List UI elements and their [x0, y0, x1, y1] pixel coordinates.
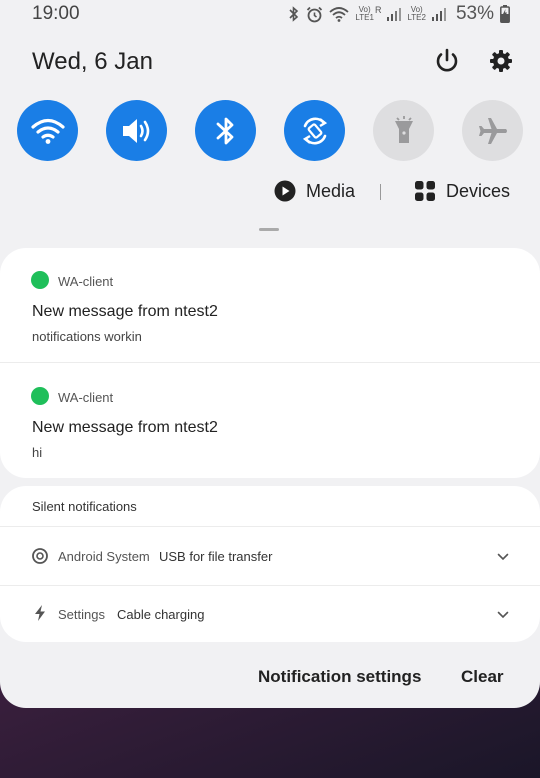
settings-button[interactable] — [486, 46, 516, 76]
airplane-icon — [478, 117, 507, 144]
airplane-mode-toggle[interactable] — [462, 100, 523, 161]
wifi-icon — [30, 118, 65, 144]
silent-notifications-group: Silent notifications Android System USB … — [0, 486, 540, 642]
auto-rotate-icon — [302, 116, 327, 145]
devices-button[interactable]: Devices — [414, 180, 510, 202]
signal-icon — [387, 8, 402, 21]
notification-app-name: WA-client — [58, 390, 114, 405]
quick-toggles — [17, 100, 527, 162]
flashlight-toggle[interactable] — [373, 100, 434, 161]
wifi-toggle[interactable] — [17, 100, 78, 161]
silent-notifications-header: Silent notifications — [32, 499, 137, 514]
flashlight-icon — [394, 115, 413, 143]
date-label: Wed, 6 Jan — [32, 48, 153, 75]
notification-title: New message from ntest2 — [32, 303, 218, 320]
roaming-label: R — [374, 5, 382, 15]
alarm-icon — [307, 6, 323, 22]
app-icon — [31, 387, 49, 405]
silent-notification-item[interactable]: Settings Cable charging — [0, 585, 540, 643]
status-bar: 19:00 Vo) LTE1 R Vo) LTE2 53% — [0, 0, 540, 30]
silent-app-name: Android System — [58, 549, 150, 564]
notification-body: hi — [32, 445, 43, 460]
signal-icon — [431, 8, 446, 21]
bluetooth-icon — [216, 117, 233, 144]
sim2-indicator: Vo) LTE2 — [407, 6, 426, 22]
notification-body: notifications workin — [32, 329, 142, 344]
silent-notification-text: Cable charging — [117, 607, 205, 622]
notification-app-name: WA-client — [58, 274, 114, 289]
sim2-lte-label: LTE2 — [407, 13, 426, 22]
battery-percent: 53% — [455, 3, 494, 24]
speaker-icon — [122, 118, 149, 143]
notification-settings-button[interactable]: Notification settings — [258, 667, 421, 687]
silent-notification-text: USB for file transfer — [159, 549, 273, 564]
android-system-icon — [32, 548, 48, 564]
auto-rotate-toggle[interactable] — [284, 100, 345, 161]
gear-icon — [490, 50, 512, 72]
media-devices-divider — [380, 184, 381, 200]
notification-group: WA-client New message from ntest2 notifi… — [0, 248, 540, 478]
media-label: Media — [306, 180, 356, 201]
lightning-icon — [35, 605, 45, 621]
wifi-status-icon — [329, 7, 350, 22]
app-icon — [31, 271, 49, 289]
devices-icon — [415, 181, 435, 201]
status-icons: Vo) LTE1 R Vo) LTE2 53% — [288, 3, 510, 25]
notification-item[interactable]: WA-client New message from ntest2 hi — [0, 363, 540, 478]
silent-app-name: Settings — [58, 607, 105, 622]
drag-handle[interactable] — [259, 228, 279, 231]
clock: 19:00 — [32, 3, 80, 24]
silent-notification-item[interactable]: Android System USB for file transfer — [0, 527, 540, 585]
power-icon — [436, 48, 458, 72]
power-button[interactable] — [432, 46, 462, 76]
media-button[interactable]: Media — [274, 180, 355, 202]
notification-title: New message from ntest2 — [32, 419, 218, 436]
chevron-down-icon[interactable] — [496, 550, 510, 564]
sound-toggle[interactable] — [106, 100, 167, 161]
battery-charging-icon — [500, 5, 510, 23]
bluetooth-toggle[interactable] — [195, 100, 256, 161]
sim1-lte-label: LTE1 — [355, 13, 374, 22]
clear-button[interactable]: Clear — [461, 667, 504, 687]
notification-item[interactable]: WA-client New message from ntest2 notifi… — [0, 248, 540, 363]
devices-label: Devices — [446, 180, 511, 201]
bluetooth-status-icon — [289, 6, 299, 22]
chevron-down-icon[interactable] — [496, 608, 510, 622]
play-icon — [274, 180, 296, 202]
sim1-indicator: Vo) LTE1 — [355, 6, 374, 22]
